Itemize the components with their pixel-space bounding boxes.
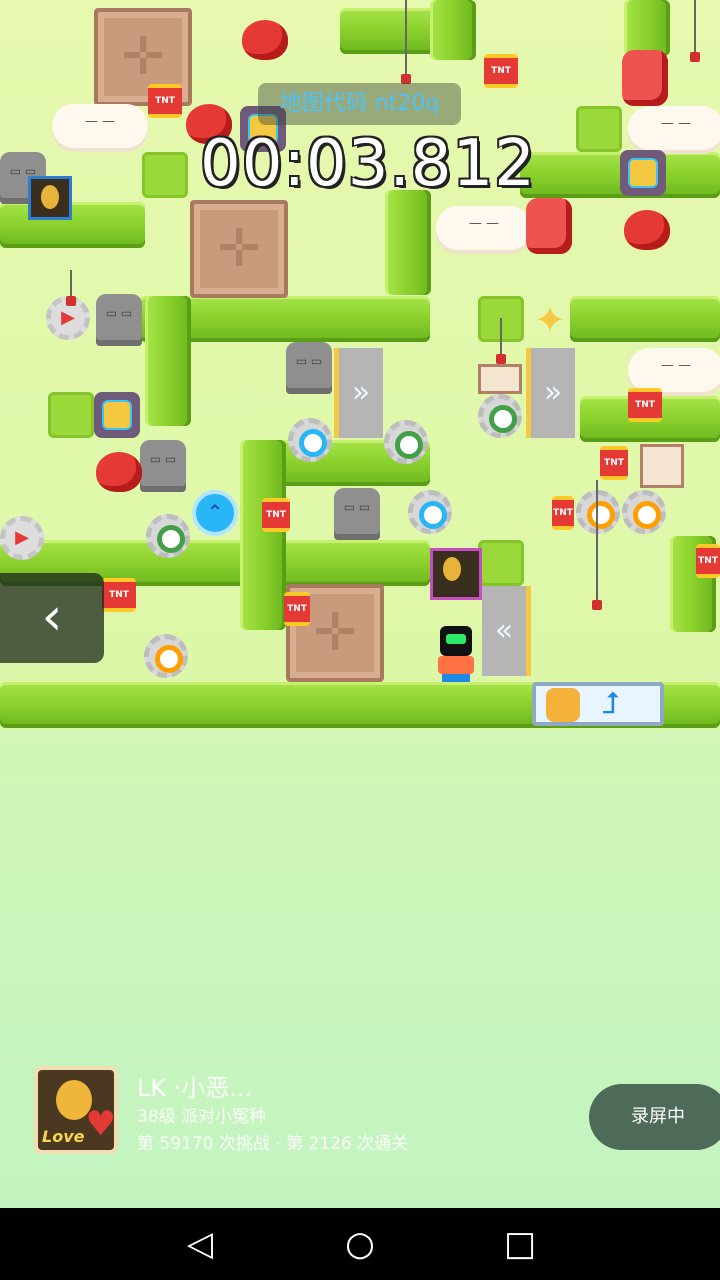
hanging-rod bbox=[66, 270, 76, 306]
pipe bbox=[570, 296, 720, 342]
cloud-enemy bbox=[436, 206, 532, 250]
nav-back-icon[interactable]: ◁ bbox=[180, 1224, 220, 1264]
tnt-barrel: TNT bbox=[484, 54, 518, 88]
pipe bbox=[385, 190, 431, 295]
boxing-glove bbox=[96, 452, 142, 492]
system-nav-bar: ◁ ○ □ bbox=[0, 1208, 720, 1280]
gear-blue bbox=[408, 490, 452, 534]
pipe bbox=[240, 440, 286, 630]
tnt-barrel: TNT bbox=[284, 592, 310, 626]
goal-panel: ⮥ bbox=[532, 682, 664, 726]
boxing-glove bbox=[242, 20, 288, 60]
gear-orange bbox=[622, 490, 666, 534]
tnt-barrel: TNT bbox=[148, 84, 182, 118]
lock-block bbox=[94, 392, 140, 438]
moai-statue bbox=[334, 488, 380, 540]
player-stats: 第 59170 次挑战 · 第 2126 次通关 bbox=[137, 1134, 409, 1154]
player-character bbox=[436, 626, 476, 682]
gear-green bbox=[478, 394, 522, 438]
hanging-rod bbox=[496, 318, 506, 364]
pipe bbox=[624, 0, 670, 56]
screen-recording-button[interactable]: 录屏中 bbox=[589, 1084, 720, 1150]
other-player-marker bbox=[28, 176, 72, 220]
red-lantern bbox=[526, 198, 572, 254]
tnt-barrel: TNT bbox=[628, 388, 662, 422]
green-block bbox=[478, 540, 524, 586]
map-code-label: 地图代码 nt20q bbox=[258, 83, 461, 125]
sign-board bbox=[478, 364, 522, 394]
player-level: 38级 派对小冤种 bbox=[137, 1107, 267, 1127]
heart-icon: ♥ bbox=[85, 1104, 116, 1144]
avatar[interactable]: Love ♥ bbox=[34, 1066, 118, 1154]
moai-statue bbox=[96, 294, 142, 346]
moai-statue bbox=[286, 342, 332, 394]
tnt-barrel: TNT bbox=[696, 544, 720, 578]
back-button[interactable]: ‹ bbox=[0, 573, 104, 663]
speed-panel: » bbox=[334, 348, 383, 438]
avatar-caption: Love bbox=[42, 1127, 85, 1146]
cloud-enemy bbox=[52, 104, 148, 148]
nav-home-icon[interactable]: ○ bbox=[340, 1224, 380, 1264]
play-gear bbox=[0, 516, 44, 560]
other-player-marker bbox=[430, 548, 482, 600]
goal-mascot-icon bbox=[546, 688, 580, 722]
chevron-left-icon: ‹ bbox=[41, 587, 63, 647]
speed-panel: » bbox=[526, 348, 575, 438]
wooden-crate bbox=[190, 200, 288, 298]
hanging-rod bbox=[690, 0, 700, 62]
tnt-barrel: TNT bbox=[600, 446, 628, 480]
nav-recents-icon[interactable]: □ bbox=[500, 1224, 540, 1264]
gear-orange bbox=[144, 634, 188, 678]
red-lantern bbox=[622, 50, 668, 106]
green-block bbox=[576, 106, 622, 152]
tnt-barrel: TNT bbox=[262, 498, 290, 532]
speed-panel: « bbox=[482, 586, 531, 676]
pipe bbox=[145, 296, 191, 426]
gear-orange bbox=[576, 490, 620, 534]
player-name: LK ·小恶... bbox=[137, 1074, 253, 1102]
shuriken-icon: ✦ bbox=[534, 298, 566, 342]
cloud-enemy bbox=[628, 106, 720, 150]
arrow-up-right-icon: ⮥ bbox=[602, 686, 620, 721]
moai-statue bbox=[140, 440, 186, 492]
gear-blue bbox=[288, 418, 332, 462]
cloud-enemy bbox=[628, 348, 720, 392]
pipe bbox=[0, 202, 145, 248]
green-block bbox=[48, 392, 94, 438]
boxing-glove bbox=[624, 210, 670, 250]
gear-green bbox=[146, 514, 190, 558]
gear-green bbox=[384, 420, 428, 464]
hanging-rod bbox=[592, 480, 602, 610]
green-block bbox=[142, 152, 188, 198]
hanging-rod bbox=[401, 0, 411, 84]
lock-block bbox=[620, 150, 666, 196]
bounce-pad: ⌃ bbox=[192, 490, 238, 536]
sign-board bbox=[640, 444, 684, 488]
race-timer: 00:03.812 bbox=[200, 127, 536, 201]
pipe bbox=[430, 0, 476, 60]
tnt-barrel: TNT bbox=[552, 496, 574, 530]
tnt-barrel: TNT bbox=[102, 578, 136, 612]
